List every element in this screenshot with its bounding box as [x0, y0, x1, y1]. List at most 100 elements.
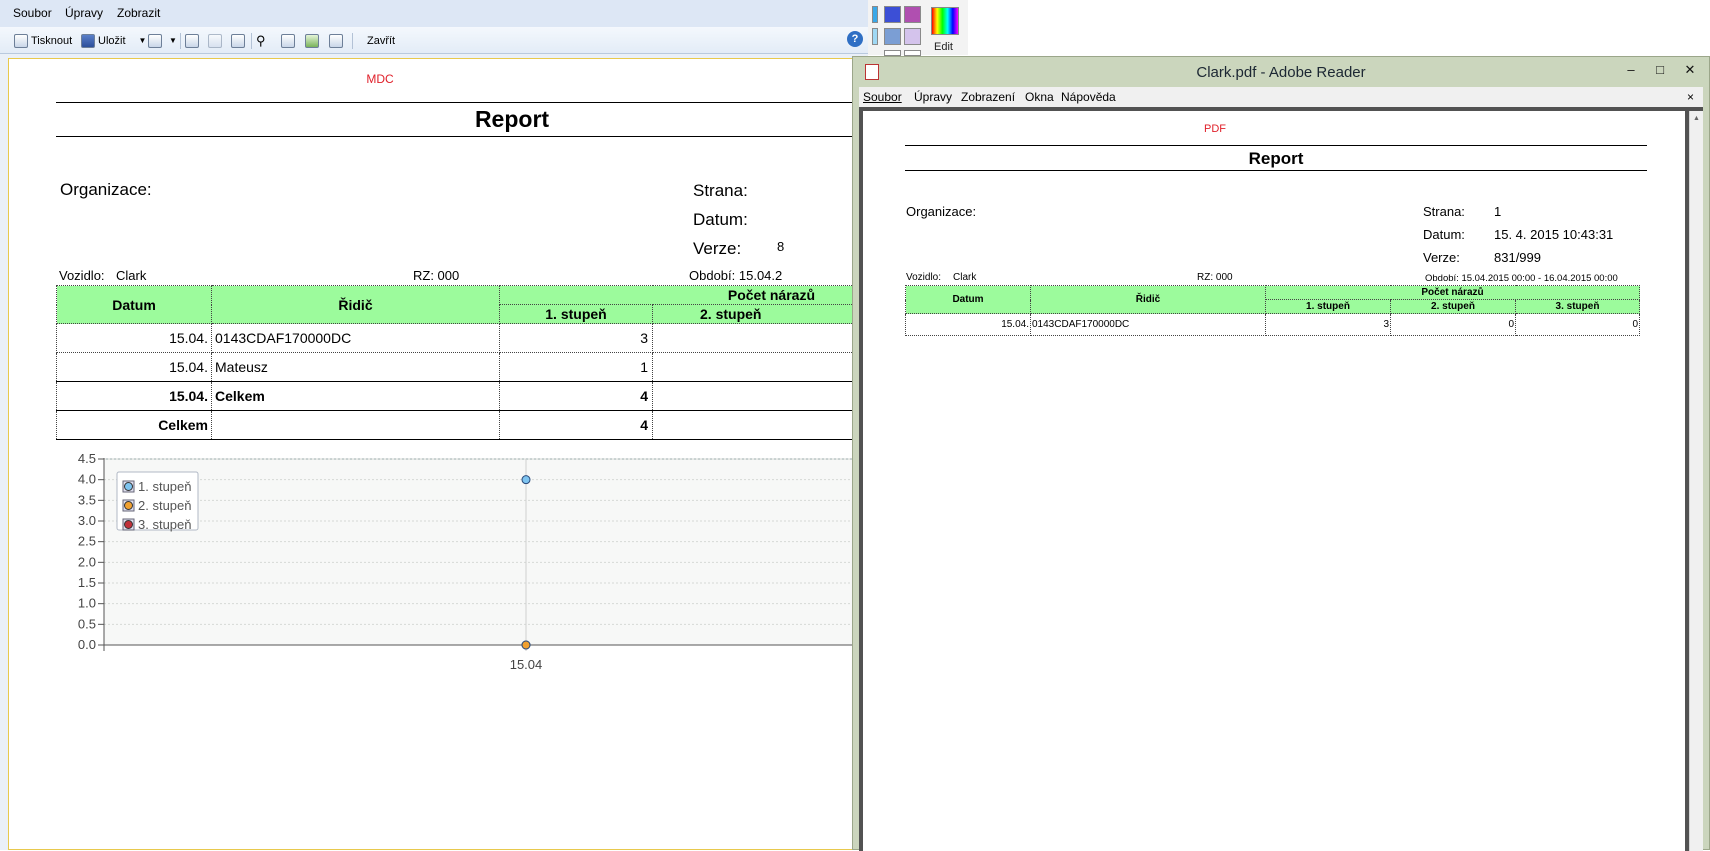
color-swatch[interactable]: [872, 28, 878, 45]
col-stupen1-header: 1. stupeň: [499, 304, 653, 324]
single-page-icon: [281, 33, 295, 48]
chart-x-ticks: 15.04: [104, 644, 868, 672]
toolbar-separator: [352, 33, 353, 49]
reader-menu-okna[interactable]: Okna: [1025, 90, 1054, 104]
reader-menu-napoveda[interactable]: Nápověda: [1061, 90, 1116, 104]
row-datum: 15.04.: [56, 323, 212, 353]
verze-label: Verze:: [693, 239, 742, 258]
color-swatch[interactable]: [904, 28, 921, 45]
color-swatch[interactable]: [884, 6, 901, 23]
chart-legend: 1. stupeň 2. stupeň 3. stupeň: [116, 471, 199, 532]
close-document-icon[interactable]: ×: [1687, 90, 1694, 104]
y-tick-label: 3.0: [78, 513, 96, 528]
color-swatch[interactable]: [872, 6, 878, 23]
rz-value: RZ: 000: [413, 268, 460, 283]
data-point: [521, 475, 531, 485]
export-icon: [148, 33, 162, 48]
pdf-row-stupen3: 0: [1515, 313, 1640, 336]
layout-button[interactable]: [231, 32, 245, 49]
export-button[interactable]: ▼: [148, 32, 177, 49]
print-button[interactable]: Tisknout: [14, 32, 72, 49]
pdf-vertical-scrollbar[interactable]: ▲: [1689, 111, 1703, 851]
pdf-col-stupen3-header: 3. stupeň: [1515, 299, 1640, 314]
zoom-page-button[interactable]: [305, 32, 319, 49]
table-subtotal-row: 15.04. Celkem 4: [56, 381, 868, 411]
pdf-col-group-header: Počet nárazů: [1265, 285, 1640, 300]
reader-menu-soubor[interactable]: Soubor: [863, 90, 902, 104]
printer-icon: [14, 33, 28, 48]
pdf-organizace-label: Organizace:: [906, 204, 977, 219]
title-bottom-rule: [56, 136, 856, 137]
page-setup-button[interactable]: [185, 32, 199, 49]
row-stupen2: [652, 410, 868, 440]
pdf-col-datum-header: Datum: [905, 285, 1031, 314]
save-dropdown-arrow-icon[interactable]: ▼: [139, 36, 147, 45]
pdf-row-datum: 15.04.: [905, 313, 1031, 336]
menu-soubor[interactable]: Soubor: [13, 6, 52, 20]
reader-menu-zobrazeni[interactable]: Zobrazení: [961, 90, 1015, 104]
impact-chart: 4.5 4.0 3.5 3.0 2.5 2.0 1.5 1.0 0.5 0.0 15.04 1. …: [78, 451, 868, 672]
row-stupen2: [652, 323, 868, 353]
pdf-obdobi-value: Období: 15.04.2015 00:00 - 16.04.2015 00…: [1425, 273, 1618, 284]
legend-label: 1. stupeň: [138, 479, 192, 494]
save-label: Uložit: [98, 34, 126, 47]
data-point: [521, 640, 531, 650]
export-dropdown-arrow-icon[interactable]: ▼: [169, 36, 177, 45]
y-tick-label: 4.5: [78, 451, 96, 466]
find-button[interactable]: ⚲: [256, 32, 266, 49]
row-datum: Celkem: [56, 410, 212, 440]
minimize-icon[interactable]: –: [1619, 61, 1643, 79]
pdf-datum-label: Datum:: [1423, 227, 1465, 242]
pdf-verze-value: 831/999: [1494, 250, 1541, 265]
single-page-button[interactable]: [281, 32, 295, 49]
color-swatch[interactable]: [884, 28, 901, 45]
menu-zobrazit[interactable]: Zobrazit: [117, 6, 160, 20]
page-button[interactable]: [208, 32, 222, 49]
edit-colors-label[interactable]: Edit: [934, 41, 953, 53]
chart-grid: [103, 458, 868, 651]
pdf-datum-value: 15. 4. 2015 10:43:31: [1494, 227, 1614, 242]
reader-menu-upravy[interactable]: Úpravy: [914, 90, 952, 104]
x-tick-label: 15.04: [510, 657, 543, 672]
obdobi-value: Období: 15.04.2: [689, 268, 783, 283]
strana-label: Strana:: [693, 181, 748, 200]
legend-marker: [124, 501, 133, 510]
y-tick-label: 0.0: [78, 637, 96, 652]
datum-label: Datum:: [693, 210, 748, 229]
row-ridic: [211, 410, 500, 440]
save-button[interactable]: Uložit ▼: [81, 32, 146, 49]
maximize-icon[interactable]: □: [1648, 61, 1672, 79]
legend-marker: [124, 520, 133, 529]
pdf-strana-label: Strana:: [1423, 204, 1465, 219]
pdf-row-ridic: 0143CDAF170000DC: [1030, 313, 1266, 336]
title-top-rule: [56, 102, 856, 103]
chart-y-ticks: 4.5 4.0 3.5 3.0 2.5 2.0 1.5 1.0 0.5 0.0: [78, 451, 105, 652]
table-total-row: Celkem 4: [56, 410, 868, 440]
reader-window-title: Clark.pdf - Adobe Reader: [1196, 64, 1366, 81]
y-tick-label: 3.5: [78, 492, 96, 507]
col-group-header: Počet nárazů: [499, 285, 868, 305]
chart-plot-area: [103, 458, 868, 646]
help-icon[interactable]: ?: [847, 31, 863, 47]
report-table: Datum Řidič Počet nárazů 1. stupeň 2. st…: [56, 285, 868, 440]
close-window-icon[interactable]: ✕: [1678, 61, 1702, 79]
adobe-reader-window: Clark.pdf - Adobe Reader – □ ✕ Soubor Úp…: [852, 56, 1710, 851]
report-viewer-window: Soubor Úpravy Zobrazit Tisknout Uložit ▼…: [0, 0, 868, 850]
pdf-row-stupen1: 3: [1265, 313, 1391, 336]
edit-colors-icon[interactable]: [931, 7, 959, 35]
fullscreen-button[interactable]: [329, 32, 343, 49]
binoculars-icon: ⚲: [256, 32, 266, 48]
scroll-up-arrow-icon[interactable]: ▲: [1693, 115, 1700, 122]
color-swatch[interactable]: [904, 6, 921, 23]
viewer-toolbar: Tisknout Uložit ▼ ▼ ⚲ Zavřít: [0, 27, 868, 54]
vozidlo-value: Clark: [116, 268, 147, 283]
organizace-label: Organizace:: [60, 180, 152, 199]
reader-menubar: Soubor Úpravy Zobrazení Okna Nápověda ×: [859, 87, 1703, 107]
menu-upravy[interactable]: Úpravy: [65, 6, 103, 20]
pdf-col-ridic-header: Řidič: [1030, 285, 1266, 314]
close-report-button[interactable]: Zavřít: [367, 32, 395, 49]
layout-icon: [231, 33, 245, 48]
y-tick-label: 2.0: [78, 554, 96, 569]
row-ridic: Mateusz: [211, 352, 500, 382]
legend-label: 2. stupeň: [138, 498, 192, 513]
